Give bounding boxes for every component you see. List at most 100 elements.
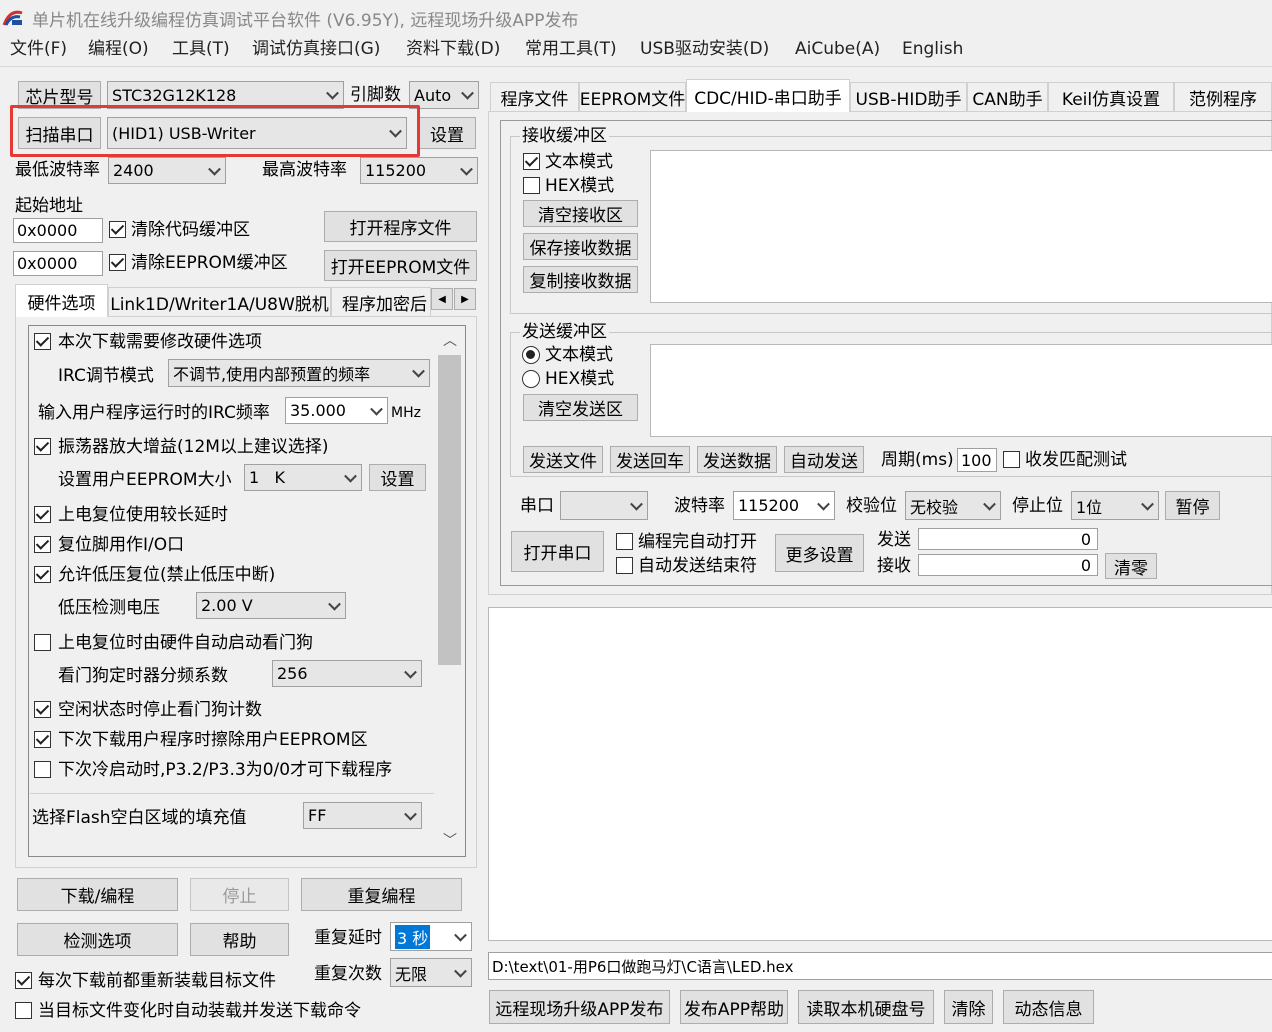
tab-hardware-options[interactable]: 硬件选项 bbox=[15, 284, 108, 317]
send-hex-mode-radio[interactable] bbox=[522, 370, 540, 388]
chevron-down-icon bbox=[630, 497, 643, 511]
recv-text-mode-checkbox[interactable] bbox=[523, 153, 540, 170]
auto-reload-checkbox[interactable] bbox=[15, 1002, 32, 1019]
help-button[interactable]: 帮助 bbox=[190, 923, 289, 956]
period-input[interactable]: 100 bbox=[957, 448, 997, 472]
repeat-count-select[interactable]: 无限 bbox=[390, 958, 472, 987]
auto-send-button[interactable]: 自动发送 bbox=[784, 446, 864, 473]
reset-io-label: 复位脚用作I/O口 bbox=[58, 535, 185, 555]
cold-boot-checkbox[interactable] bbox=[34, 761, 51, 778]
send-count-field: 0 bbox=[918, 528, 1098, 550]
tab-offline[interactable]: Link1D/Writer1A/U8W脱机 bbox=[108, 287, 331, 317]
wdt-div-select[interactable]: 256 bbox=[272, 660, 422, 687]
send-group-title: 发送缓冲区 bbox=[520, 321, 609, 343]
match-test-checkbox[interactable] bbox=[1003, 451, 1020, 468]
start-addr-input-1[interactable]: 0x0000 bbox=[13, 218, 103, 243]
clear-count-button[interactable]: 清零 bbox=[1105, 553, 1157, 579]
wdt-auto-checkbox[interactable] bbox=[34, 634, 51, 651]
send-file-button[interactable]: 发送文件 bbox=[523, 446, 603, 473]
open-eeprom-file-button[interactable]: 打开EEPROM文件 bbox=[324, 250, 477, 281]
recv-hex-mode-checkbox[interactable] bbox=[523, 177, 540, 194]
more-settings-button[interactable]: 更多设置 bbox=[775, 534, 864, 572]
save-recv-button[interactable]: 保存接收数据 bbox=[523, 233, 638, 260]
eeprom-set-button[interactable]: 设置 bbox=[369, 464, 426, 491]
stop-bits-select[interactable]: 1位 bbox=[1071, 491, 1159, 520]
flash-fill-select[interactable]: FF bbox=[303, 802, 422, 829]
menu-file[interactable]: 文件(F) bbox=[10, 36, 67, 62]
min-baud-select[interactable]: 2400 bbox=[108, 157, 226, 184]
baud-select[interactable]: 115200 bbox=[733, 491, 835, 520]
menu-usb-driver[interactable]: USB驱动安装(D) bbox=[640, 36, 769, 62]
scroll-up-icon[interactable]: ︿ bbox=[440, 330, 460, 350]
open-program-file-button[interactable]: 打开程序文件 bbox=[324, 211, 477, 242]
tab-keil[interactable]: Keil仿真设置 bbox=[1048, 82, 1174, 112]
tab-eeprom-file[interactable]: EEPROM文件 bbox=[579, 82, 686, 112]
osc-gain-checkbox[interactable] bbox=[34, 438, 51, 455]
tab-serial-assistant[interactable]: CDC/HID-串口助手 bbox=[686, 79, 850, 112]
tab-scroll-left-icon[interactable]: ◀ bbox=[431, 288, 453, 310]
menu-download[interactable]: 资料下载(D) bbox=[406, 36, 500, 62]
menu-debug[interactable]: 调试仿真接口(G) bbox=[252, 36, 380, 62]
read-disk-id-button[interactable]: 读取本机硬盘号 bbox=[798, 990, 934, 1024]
lvd-reset-checkbox[interactable] bbox=[34, 566, 51, 583]
menu-program[interactable]: 编程(O) bbox=[88, 36, 149, 62]
app-logo-icon bbox=[2, 10, 23, 26]
pause-button[interactable]: 暂停 bbox=[1165, 491, 1220, 520]
erase-eeprom-checkbox[interactable] bbox=[34, 731, 51, 748]
start-addr-input-2[interactable]: 0x0000 bbox=[13, 251, 103, 276]
reset-io-checkbox[interactable] bbox=[34, 536, 51, 553]
send-text-mode-radio[interactable] bbox=[522, 346, 540, 364]
lvd-voltage-select[interactable]: 2.00 V bbox=[196, 592, 346, 619]
irc-mode-select[interactable]: 不调节,使用内部预置的频率 bbox=[168, 359, 430, 387]
clear-log-button[interactable]: 清除 bbox=[944, 990, 993, 1024]
dynamic-info-button[interactable]: 动态信息 bbox=[1003, 990, 1094, 1024]
modify-hw-checkbox[interactable] bbox=[34, 333, 51, 350]
wdt-idle-checkbox[interactable] bbox=[34, 701, 51, 718]
tab-scroll-right-icon[interactable]: ▶ bbox=[454, 288, 476, 310]
scroll-down-icon[interactable]: ﹀ bbox=[440, 830, 460, 850]
tab-program-file[interactable]: 程序文件 bbox=[490, 82, 579, 112]
send-data-button[interactable]: 发送数据 bbox=[697, 446, 777, 473]
menu-aicube[interactable]: AiCube(A) bbox=[795, 36, 880, 62]
download-button[interactable]: 下载/编程 bbox=[17, 878, 178, 911]
port-settings-button[interactable]: 设置 bbox=[418, 117, 476, 149]
eeprom-size-select[interactable]: 1 K bbox=[244, 464, 362, 491]
clear-send-button[interactable]: 清空发送区 bbox=[523, 394, 638, 421]
clear-code-checkbox[interactable] bbox=[109, 221, 126, 238]
menu-tools[interactable]: 工具(T) bbox=[172, 36, 230, 62]
clear-recv-button[interactable]: 清空接收区 bbox=[523, 200, 638, 227]
match-test-label: 收发匹配测试 bbox=[1025, 450, 1127, 470]
recv-count-field: 0 bbox=[918, 554, 1098, 576]
auto-open-checkbox[interactable] bbox=[616, 533, 633, 550]
open-port-button[interactable]: 打开串口 bbox=[511, 531, 604, 572]
menu-english[interactable]: English bbox=[902, 36, 963, 62]
tab-can[interactable]: CAN助手 bbox=[967, 82, 1048, 112]
scroll-thumb[interactable] bbox=[438, 355, 461, 665]
copy-recv-button[interactable]: 复制接收数据 bbox=[523, 266, 638, 293]
clear-eeprom-checkbox[interactable] bbox=[109, 254, 126, 271]
remote-upgrade-button[interactable]: 远程现场升级APP发布 bbox=[489, 990, 670, 1024]
repeat-delay-select[interactable]: 3 秒 bbox=[390, 922, 472, 951]
menu-common-tools[interactable]: 常用工具(T) bbox=[525, 36, 617, 62]
tab-usb-hid[interactable]: USB-HID助手 bbox=[850, 82, 967, 112]
file-path-field: D:\text\01-用P6口做跑马灯\C语言\LED.hex bbox=[488, 952, 1272, 980]
check-options-button[interactable]: 检测选项 bbox=[17, 923, 178, 956]
tab-encryption[interactable]: 程序加密后 bbox=[331, 287, 431, 317]
parity-select[interactable]: 无校验 bbox=[905, 491, 1001, 520]
reload-checkbox[interactable] bbox=[15, 972, 32, 989]
send-textarea[interactable] bbox=[650, 344, 1272, 437]
tab-examples[interactable]: 范例程序 bbox=[1174, 82, 1272, 112]
serial-port-select[interactable] bbox=[560, 491, 648, 520]
eeprom-size-label: 设置用户EEPROM大小 bbox=[58, 470, 232, 490]
highlight-box bbox=[10, 105, 420, 157]
irc-freq-select[interactable]: 35.000 bbox=[285, 397, 388, 424]
recv-textarea[interactable] bbox=[650, 150, 1272, 303]
stop-button[interactable]: 停止 bbox=[190, 878, 289, 911]
max-baud-select[interactable]: 115200 bbox=[360, 157, 478, 184]
publish-help-button[interactable]: 发布APP帮助 bbox=[680, 990, 788, 1024]
auto-send-end-checkbox[interactable] bbox=[616, 557, 633, 574]
send-cr-button[interactable]: 发送回车 bbox=[610, 446, 690, 473]
long-delay-checkbox[interactable] bbox=[34, 506, 51, 523]
reprogram-button[interactable]: 重复编程 bbox=[301, 878, 462, 911]
output-log[interactable] bbox=[488, 607, 1272, 941]
